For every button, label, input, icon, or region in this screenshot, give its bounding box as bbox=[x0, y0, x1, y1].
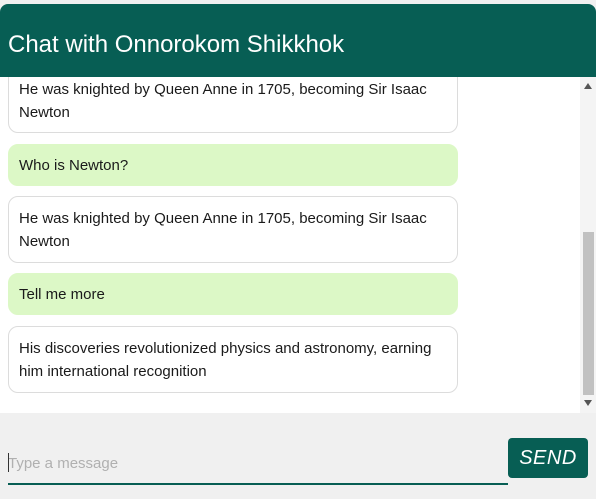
user-message: Who is Newton? bbox=[8, 144, 458, 186]
bot-message: He was knighted by Queen Anne in 1705, b… bbox=[8, 196, 458, 263]
message-text: Tell me more bbox=[19, 286, 105, 303]
chat-title: Chat with Onnorokom Shikkhok bbox=[8, 31, 345, 58]
message-text: He was knighted by Queen Anne in 1705, b… bbox=[19, 81, 427, 121]
message-text: His discoveries revolutionized physics a… bbox=[19, 340, 432, 380]
message-text: Who is Newton? bbox=[19, 157, 129, 174]
text-caret bbox=[8, 453, 9, 472]
scrollbar-thumb[interactable] bbox=[583, 232, 594, 395]
bot-message: His discoveries revolutionized physics a… bbox=[8, 326, 458, 393]
user-message: Tell me more bbox=[8, 273, 458, 315]
message-text: He was knighted by Queen Anne in 1705, b… bbox=[19, 210, 427, 250]
chat-header: Chat with Onnorokom Shikkhok bbox=[0, 4, 596, 77]
scroll-up-arrow-icon[interactable] bbox=[584, 83, 592, 89]
message-list-scrollbar[interactable] bbox=[580, 77, 596, 413]
message-input-wrapper bbox=[8, 444, 508, 485]
scroll-down-arrow-icon[interactable] bbox=[584, 400, 592, 406]
bot-message: He was knighted by Queen Anne in 1705, b… bbox=[8, 77, 458, 133]
send-button[interactable]: SEND bbox=[508, 438, 588, 478]
message-list[interactable]: He was knighted by Queen Anne in 1705, b… bbox=[0, 77, 580, 413]
message-input[interactable] bbox=[8, 444, 508, 483]
